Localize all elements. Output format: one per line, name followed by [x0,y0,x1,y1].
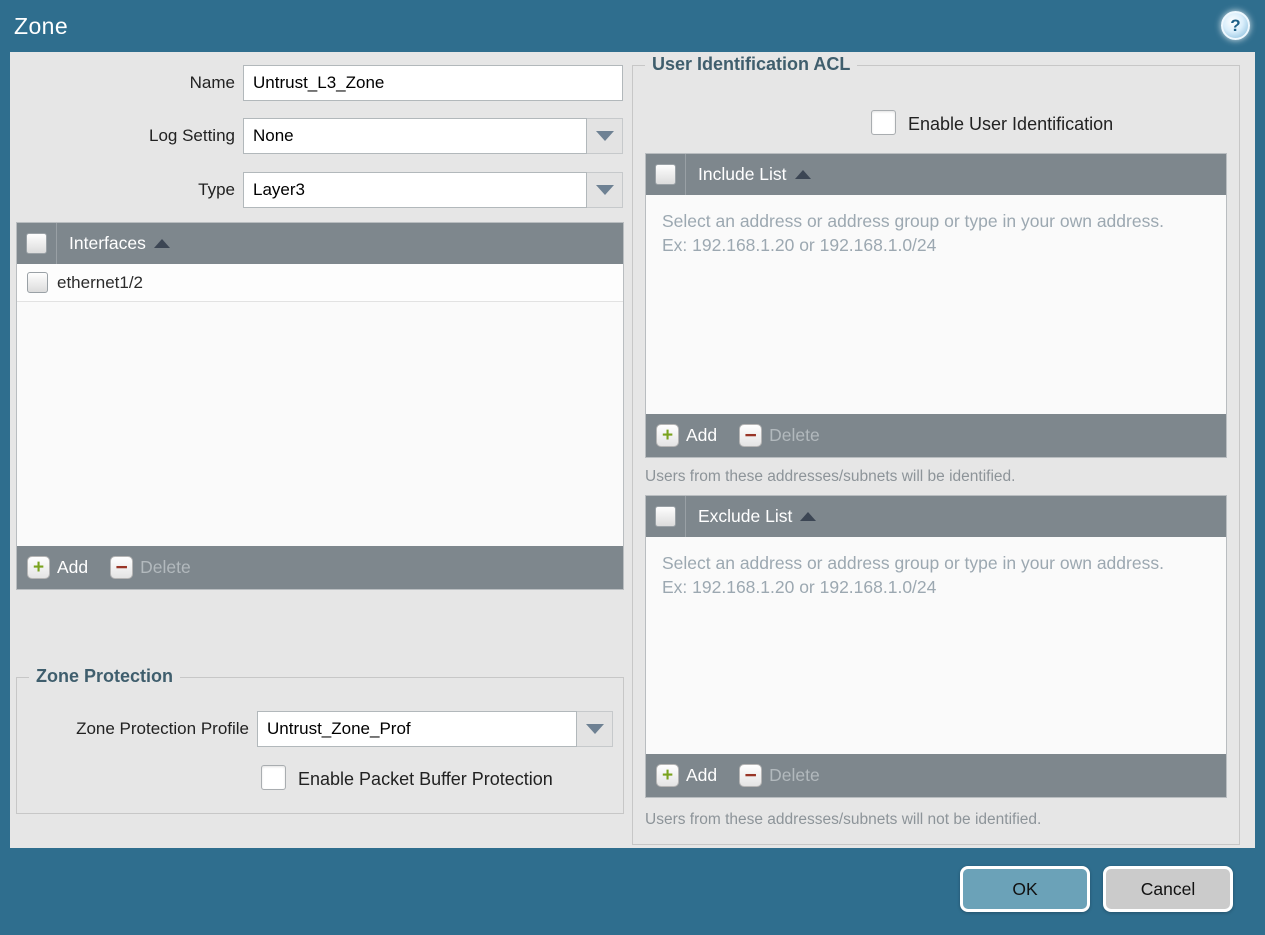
interface-name: ethernet1/2 [57,272,144,292]
exclude-list-delete-button[interactable]: − Delete [739,764,820,787]
ok-button[interactable]: OK [960,866,1090,912]
include-list-placeholder: Select an address or address group or ty… [662,211,1164,256]
exclude-list-header-checkbox-cell [646,496,686,537]
log-setting-dropdown[interactable]: None [243,118,623,154]
exclude-list-placeholder: Select an address or address group or ty… [662,553,1164,598]
type-dropdown-button[interactable] [587,172,623,208]
interfaces-table-header: Interfaces [17,223,623,264]
include-list-delete-button[interactable]: − Delete [739,424,820,447]
enable-packet-buffer-protection-label: Enable Packet Buffer Protection [298,769,553,789]
dialog-title: Zone [14,13,69,39]
include-list-footer: + Add − Delete [646,414,1226,457]
add-icon: + [27,556,50,579]
sort-ascending-icon [794,170,811,179]
include-list-select-all-checkbox[interactable] [655,164,676,185]
zone-protection-section: Zone Protection Zone Protection Profile … [16,666,624,814]
exclude-list-select-all-checkbox[interactable] [655,506,676,527]
interfaces-table: Interfaces ethernet1/2 + Add − Delete [16,222,624,590]
log-setting-value: None [243,118,587,154]
zone-protection-profile-value: Untrust_Zone_Prof [257,711,577,747]
type-dropdown[interactable]: Layer3 [243,172,623,208]
zone-protection-profile-dropdown[interactable]: Untrust_Zone_Prof [257,711,613,747]
chevron-down-icon [595,185,614,195]
delete-icon: − [739,424,763,447]
include-list-body[interactable]: Select an address or address group or ty… [646,195,1226,414]
sort-ascending-icon [153,239,170,248]
interfaces-table-body: ethernet1/2 [17,264,623,546]
log-setting-dropdown-button[interactable] [587,118,623,154]
include-list-column-header[interactable]: Include List [698,164,787,185]
exclude-list-add-button[interactable]: + Add [656,764,717,787]
zone-protection-legend: Zone Protection [29,666,181,687]
dialog-titlebar: Zone ? [0,0,1265,52]
include-list-header-checkbox-cell [646,154,686,195]
interfaces-add-button[interactable]: + Add [27,556,88,579]
name-input[interactable] [243,65,623,101]
chevron-down-icon [585,724,604,734]
user-identification-acl-legend: User Identification ACL [645,54,858,75]
exclude-list-body[interactable]: Select an address or address group or ty… [646,537,1226,754]
include-list-add-button[interactable]: + Add [656,424,717,447]
delete-icon: − [739,764,763,787]
chevron-down-icon [595,131,614,141]
include-list-helper-text: Users from these addresses/subnets will … [645,468,1016,485]
interface-row-checkbox[interactable] [26,272,48,293]
exclude-list-column-header[interactable]: Exclude List [698,506,792,527]
enable-user-identification-label: Enable User Identification [908,114,1114,134]
zone-protection-profile-label: Zone Protection Profile [76,719,249,738]
name-label: Name [189,73,235,92]
help-icon[interactable]: ? [1221,11,1250,40]
interfaces-select-all-checkbox[interactable] [26,233,47,254]
include-list-table: Include List Select an address or addres… [645,153,1227,458]
exclude-list-footer: + Add − Delete [646,754,1226,797]
exclude-list-header: Exclude List [646,496,1226,537]
interfaces-table-footer: + Add − Delete [17,546,623,589]
interfaces-header-checkbox-cell [17,223,57,264]
enable-user-identification-checkbox[interactable] [871,110,896,135]
user-identification-acl-section: User Identification ACL Enable User Iden… [632,54,1240,845]
log-setting-label: Log Setting [148,126,235,145]
enable-packet-buffer-protection-checkbox[interactable] [261,765,286,790]
exclude-list-helper-text: Users from these addresses/subnets will … [645,811,1042,828]
table-row[interactable]: ethernet1/2 [17,264,623,302]
delete-icon: − [110,556,134,579]
add-icon: + [656,764,679,787]
include-list-header: Include List [646,154,1226,195]
type-label: Type [198,180,235,199]
interfaces-column-header[interactable]: Interfaces [69,233,146,254]
type-value: Layer3 [243,172,587,208]
cancel-button[interactable]: Cancel [1103,866,1233,912]
interfaces-delete-button[interactable]: − Delete [110,556,191,579]
exclude-list-table: Exclude List Select an address or addres… [645,495,1227,798]
add-icon: + [656,424,679,447]
sort-ascending-icon [800,512,817,521]
dialog-body: Name Log Setting None Type Layer3 Interf… [10,52,1255,848]
zone-protection-profile-dropdown-button[interactable] [577,711,613,747]
